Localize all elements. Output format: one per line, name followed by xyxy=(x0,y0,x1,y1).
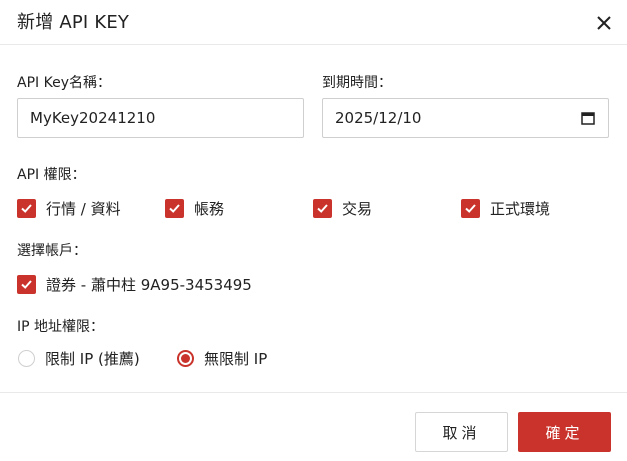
account-label-text: 證券 - 蕭中柱 9A95-3453495 xyxy=(46,276,252,294)
account-label: 選擇帳戶： xyxy=(17,243,87,259)
radio-label: 無限制 IP xyxy=(204,350,268,368)
footer-divider xyxy=(0,392,627,393)
permission-label: 正式環境 xyxy=(490,200,551,218)
ip-label: IP 地址權限： xyxy=(17,319,105,335)
account-checkbox[interactable]: 證券 - 蕭中柱 9A95-3453495 xyxy=(17,274,252,295)
checkbox-checked[interactable] xyxy=(313,199,332,218)
permission-checkbox-accounting[interactable]: 帳務 xyxy=(165,198,224,219)
dialog-title: 新增 API KEY xyxy=(17,12,130,33)
permission-checkbox-market-data[interactable]: 行情 / 資料 xyxy=(17,198,121,219)
checkbox-checked[interactable] xyxy=(17,275,36,294)
checkmark-icon xyxy=(21,280,32,289)
add-api-key-dialog: 新增 API KEY API Key名稱： MyKey20241210 到期時間… xyxy=(0,0,627,461)
checkmark-icon xyxy=(21,204,32,213)
ip-option-unrestricted[interactable]: 無限制 IP xyxy=(177,348,267,369)
close-button[interactable] xyxy=(593,12,615,34)
checkbox-checked[interactable] xyxy=(461,199,480,218)
permission-checkbox-production[interactable]: 正式環境 xyxy=(461,198,550,219)
ip-option-restricted[interactable]: 限制 IP (推薦) xyxy=(18,348,140,369)
radio-dot xyxy=(181,354,190,363)
permission-checkbox-trading[interactable]: 交易 xyxy=(313,198,372,219)
expiry-label: 到期時間： xyxy=(322,75,392,91)
expiry-date-input[interactable]: 2025/12/10 xyxy=(322,98,609,138)
radio-unchecked[interactable] xyxy=(18,350,35,367)
calendar-icon[interactable] xyxy=(580,110,596,126)
checkmark-icon xyxy=(169,204,180,213)
expiry-value: 2025/12/10 xyxy=(335,109,422,127)
checkbox-checked[interactable] xyxy=(165,199,184,218)
permission-label: 行情 / 資料 xyxy=(46,200,121,218)
key-name-value: MyKey20241210 xyxy=(30,109,156,127)
permission-label: 交易 xyxy=(342,200,373,218)
permissions-label: API 權限： xyxy=(17,167,86,183)
permission-label: 帳務 xyxy=(194,200,225,218)
key-name-label: API Key名稱： xyxy=(17,75,111,91)
close-icon xyxy=(597,16,611,30)
checkmark-icon xyxy=(317,204,328,213)
key-name-input[interactable]: MyKey20241210 xyxy=(17,98,304,138)
radio-label: 限制 IP (推薦) xyxy=(45,350,140,368)
radio-checked[interactable] xyxy=(177,350,194,367)
cancel-button[interactable]: 取消 xyxy=(415,412,508,452)
header-divider xyxy=(0,44,627,45)
checkmark-icon xyxy=(465,204,476,213)
confirm-button[interactable]: 確定 xyxy=(518,412,611,452)
checkbox-checked[interactable] xyxy=(17,199,36,218)
